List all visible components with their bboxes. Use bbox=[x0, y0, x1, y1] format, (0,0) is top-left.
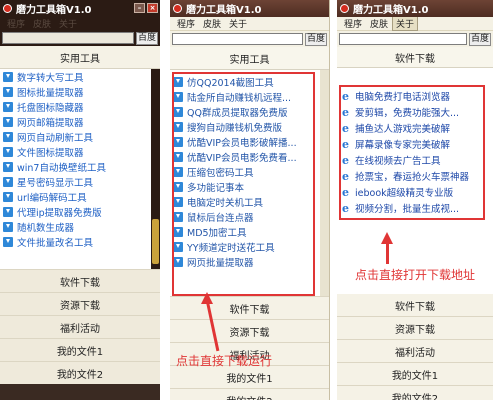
app-heart-icon bbox=[173, 4, 182, 13]
download-icon bbox=[3, 101, 13, 112]
nav-resource-download[interactable]: 资源下载 bbox=[170, 319, 329, 342]
menu-about[interactable]: 关于 bbox=[392, 16, 419, 31]
download-icon bbox=[3, 86, 13, 97]
download-icon bbox=[3, 116, 13, 127]
menu-skin[interactable]: 皮肤 bbox=[199, 17, 225, 30]
download-icon bbox=[3, 131, 13, 142]
list-item[interactable]: 图标批量提取器 bbox=[0, 84, 160, 99]
minimize-icon[interactable]: – bbox=[134, 3, 145, 13]
nav-my-files-2[interactable]: 我的文件2 bbox=[0, 361, 160, 384]
menu-skin[interactable]: 皮肤 bbox=[29, 17, 55, 30]
annotation-run: 点击直接下载运行 bbox=[176, 354, 273, 368]
scrollbar[interactable] bbox=[320, 70, 329, 296]
menu-bar: 程序 皮肤 关于 bbox=[337, 16, 493, 31]
nav-my-files-2[interactable]: 我的文件2 bbox=[170, 388, 329, 400]
search-row: 百度 bbox=[337, 31, 493, 47]
download-icon bbox=[3, 221, 13, 232]
nav-software-download[interactable]: 软件下载 bbox=[170, 296, 329, 319]
download-icon bbox=[3, 191, 13, 202]
list-item[interactable]: 文件图标提取器 bbox=[0, 144, 160, 159]
section-downloads-header[interactable]: 软件下载 bbox=[337, 47, 493, 68]
app-heart-icon bbox=[3, 4, 12, 13]
download-icon bbox=[3, 161, 13, 172]
nav-welfare[interactable]: 福利活动 bbox=[337, 339, 493, 362]
title-bar[interactable]: 磨力工具箱V1.0 bbox=[170, 0, 329, 17]
section-tools-header[interactable]: 实用工具 bbox=[0, 46, 160, 69]
window-dark-skin: 磨力工具箱V1.0 – × 程序 皮肤 关于 百度 实用工具 数字转大写工具 图… bbox=[0, 0, 160, 400]
search-row: 百度 bbox=[0, 30, 160, 46]
tool-list: 仿QQ2014截图工具 陆金所自动赚钱机远程... QQ群成员提取器免费版 搜狗… bbox=[170, 70, 329, 296]
window-downloads: 磨力工具箱V1.0 程序 皮肤 关于 百度 软件下载 e 电脑免费打电话浏览器 e… bbox=[337, 0, 493, 400]
menu-bar: 程序 皮肤 关于 bbox=[170, 17, 329, 31]
nav-my-files-1[interactable]: 我的文件1 bbox=[0, 338, 160, 361]
list-item[interactable]: 随机数生成器 bbox=[0, 219, 160, 234]
menu-program[interactable]: 程序 bbox=[340, 17, 366, 30]
search-input[interactable] bbox=[172, 33, 303, 45]
download-list: e 电脑免费打电话浏览器 e 爱剪辑，免费功能强大... e 捕鱼达人游戏完美破解 e… bbox=[337, 68, 493, 294]
app-heart-icon bbox=[340, 4, 349, 13]
baidu-search-button[interactable]: 百度 bbox=[136, 31, 158, 45]
download-icon bbox=[3, 146, 13, 157]
menu-bar: 程序 皮肤 关于 bbox=[0, 17, 160, 30]
highlight-box bbox=[172, 72, 315, 296]
baidu-search-button[interactable]: 百度 bbox=[305, 32, 327, 46]
nav-welfare[interactable]: 福利活动 bbox=[0, 315, 160, 338]
download-icon bbox=[3, 206, 13, 217]
nav-resource-download[interactable]: 资源下载 bbox=[337, 316, 493, 339]
arrow-shaft bbox=[386, 242, 389, 264]
list-item[interactable]: 代理ip提取器免费版 bbox=[0, 204, 160, 219]
window-title: 磨力工具箱V1.0 bbox=[186, 5, 262, 16]
download-icon bbox=[3, 176, 13, 187]
download-icon bbox=[3, 236, 13, 247]
search-row: 百度 bbox=[170, 31, 329, 47]
menu-about[interactable]: 关于 bbox=[55, 17, 81, 30]
menu-about[interactable]: 关于 bbox=[225, 17, 251, 30]
list-item[interactable]: win7自动换壁纸工具 bbox=[0, 159, 160, 174]
nav-resource-download[interactable]: 资源下载 bbox=[0, 292, 160, 315]
close-icon[interactable]: × bbox=[147, 3, 158, 13]
title-bar[interactable]: 磨力工具箱V1.0 bbox=[337, 0, 493, 17]
list-item[interactable]: 文件批量改名工具 bbox=[0, 234, 160, 249]
scrollbar[interactable] bbox=[151, 69, 160, 269]
window-title: 磨力工具箱V1.0 bbox=[16, 5, 92, 16]
nav-my-files-1[interactable]: 我的文件1 bbox=[337, 362, 493, 385]
window-tools: 磨力工具箱V1.0 程序 皮肤 关于 百度 实用工具 仿QQ2014截图工具 陆… bbox=[170, 0, 330, 400]
tool-list: 数字转大写工具 图标批量提取器 托盘图标隐藏器 网页邮箱提取器 网页自动刷新工具… bbox=[0, 69, 160, 269]
search-input[interactable] bbox=[339, 33, 467, 45]
highlight-box bbox=[339, 85, 485, 220]
title-bar[interactable]: 磨力工具箱V1.0 – × bbox=[0, 0, 160, 17]
nav-software-download[interactable]: 软件下载 bbox=[0, 269, 160, 292]
menu-program[interactable]: 程序 bbox=[173, 17, 199, 30]
list-item[interactable]: 数字转大写工具 bbox=[0, 69, 160, 84]
gap bbox=[160, 0, 170, 400]
menu-program[interactable]: 程序 bbox=[3, 17, 29, 30]
list-item[interactable]: 星号密码显示工具 bbox=[0, 174, 160, 189]
list-item[interactable]: 托盘图标隐藏器 bbox=[0, 99, 160, 114]
window-title: 磨力工具箱V1.0 bbox=[353, 5, 429, 16]
section-tools-header[interactable]: 实用工具 bbox=[170, 47, 329, 70]
baidu-search-button[interactable]: 百度 bbox=[469, 32, 491, 46]
menu-skin[interactable]: 皮肤 bbox=[366, 17, 392, 30]
list-item[interactable]: 网页邮箱提取器 bbox=[0, 114, 160, 129]
scrollbar-thumb[interactable] bbox=[152, 219, 159, 264]
nav-my-files-2[interactable]: 我的文件2 bbox=[337, 385, 493, 400]
list-item[interactable]: url编码解码工具 bbox=[0, 189, 160, 204]
nav-software-download[interactable]: 软件下载 bbox=[337, 294, 493, 316]
list-item[interactable]: 网页自动刷新工具 bbox=[0, 129, 160, 144]
download-icon bbox=[3, 71, 13, 82]
search-input[interactable] bbox=[2, 32, 134, 44]
annotation-open: 点击直接打开下载地址 bbox=[355, 268, 476, 282]
